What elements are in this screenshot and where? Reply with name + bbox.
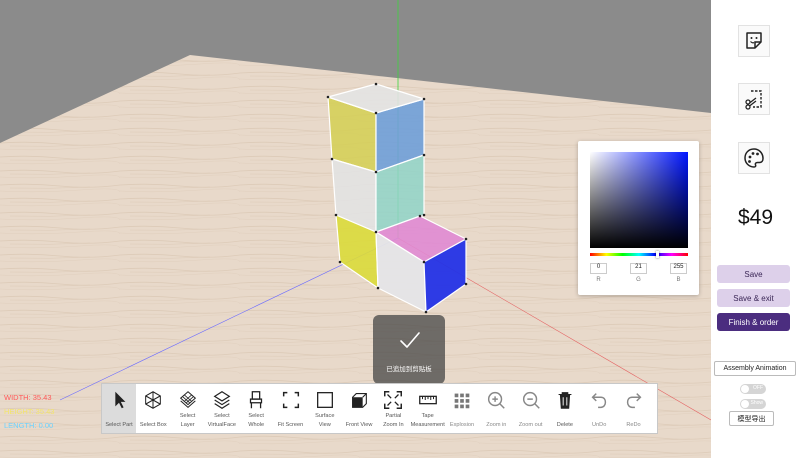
toast-text: 已追加到剪贴板 <box>386 366 432 373</box>
color-picker[interactable]: 0 21 255 R G B <box>578 141 699 295</box>
ruler-icon <box>418 395 437 405</box>
tool-redo[interactable]: ReDo <box>617 384 651 433</box>
toggle-knob <box>741 400 749 408</box>
check-icon <box>400 332 420 348</box>
dimension-readout: WIDTH: 35.43 HEIGHT: 35.43 LENGTH: 0.00 <box>4 391 54 433</box>
tool-fit-screen[interactable]: Fit Screen <box>274 384 308 433</box>
tool-select-whole[interactable]: Select Whole <box>239 384 273 433</box>
fit-screen-icon <box>282 391 299 409</box>
right-side-panel: $49 Save Save & exit Finish & order Asse… <box>711 0 800 458</box>
tool-partial-zoom-in[interactable]: Partial Zoom In <box>376 384 410 433</box>
tool-label: Tape <box>421 413 434 419</box>
screenshot-cut-icon[interactable] <box>738 83 770 115</box>
square-icon <box>316 392 333 408</box>
model-export-button[interactable]: 模型导出 <box>729 411 774 426</box>
blue-input[interactable]: 255 <box>670 263 687 274</box>
finish-order-button[interactable]: Finish & order <box>717 313 790 331</box>
save-exit-button[interactable]: Save & exit <box>717 289 790 307</box>
zoom-out-icon <box>522 391 540 409</box>
cursor-icon <box>115 391 126 409</box>
copy-toast: 已追加到剪贴板 <box>373 315 445 384</box>
sticker-icon[interactable] <box>738 25 770 57</box>
layer-grid-icon <box>179 391 196 409</box>
save-button[interactable]: Save <box>717 265 790 283</box>
length-readout: LENGTH: 0.00 <box>4 421 54 430</box>
tool-label: Surface <box>315 413 335 419</box>
height-readout: HEIGHT: 35.43 <box>4 407 55 416</box>
explosion-grid-icon <box>454 393 470 409</box>
blue-label: B <box>676 277 681 283</box>
tool-tape-measurement[interactable]: Tape Measurement <box>411 384 445 433</box>
tool-select-layer[interactable]: Select Layer <box>171 384 205 433</box>
layers-icon <box>213 391 231 409</box>
width-readout: WIDTH: 35.43 <box>4 393 52 402</box>
tool-label: Select <box>248 413 264 419</box>
hue-slider-thumb[interactable] <box>656 251 659 258</box>
tool-select-box[interactable]: Select Box <box>136 384 170 433</box>
partial-zoom-icon <box>384 391 403 409</box>
tool-delete[interactable]: Delete <box>548 384 582 433</box>
tool-front-view[interactable]: Front View <box>342 384 376 433</box>
tool-label: ReDo <box>626 422 641 428</box>
zoom-in-icon <box>488 391 506 409</box>
toggle-switch-1[interactable]: OFF <box>740 384 766 394</box>
assembly-animation-button[interactable]: Assembly Animation <box>714 361 796 376</box>
redo-icon <box>626 393 641 409</box>
tool-zoom-in[interactable]: Zoom in <box>479 384 513 433</box>
tool-zoom-out[interactable]: Zoom out <box>514 384 548 433</box>
toggle-knob <box>741 385 749 393</box>
chair-icon <box>250 391 263 409</box>
tool-undo[interactable]: UnDo <box>582 384 616 433</box>
palette-icon[interactable] <box>738 142 770 174</box>
bottom-toolbar: Select Part Select Box Select Layer Select Vi… <box>101 383 658 434</box>
hue-slider[interactable] <box>590 251 688 258</box>
tool-select-virtualface[interactable]: Select VirtualFace <box>205 384 239 433</box>
toggle-2-label: Show <box>750 400 763 406</box>
front-view-icon <box>352 393 367 408</box>
price-label: $49 <box>737 206 774 229</box>
green-input[interactable]: 21 <box>630 263 647 274</box>
trash-icon <box>558 392 572 409</box>
cube-wireframe-icon <box>145 391 162 409</box>
saturation-area[interactable] <box>590 152 688 248</box>
toggle-1-label: OFF <box>753 385 763 391</box>
red-input[interactable]: 0 <box>590 263 607 274</box>
tool-select-part[interactable]: Select Part <box>102 384 136 433</box>
undo-icon <box>591 393 607 409</box>
red-label: R <box>596 277 601 283</box>
tool-surface-view[interactable]: Surface View <box>308 384 342 433</box>
green-label: G <box>636 277 641 283</box>
toggle-switch-2[interactable]: Show <box>740 399 766 409</box>
tool-explosion[interactable]: Explosion <box>445 384 479 433</box>
